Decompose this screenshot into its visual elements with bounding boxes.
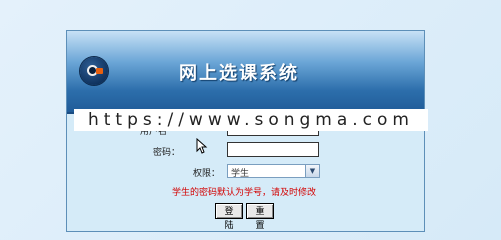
watermark-banner: https://www.songma.com: [74, 109, 428, 131]
password-field[interactable]: [227, 142, 319, 157]
role-select-value: 学生: [231, 169, 250, 179]
role-select[interactable]: 学生 ▼: [227, 164, 320, 179]
login-button[interactable]: 登陆: [215, 203, 243, 231]
password-label: 密码：: [152, 148, 180, 158]
logo-icon: [80, 57, 108, 85]
page-title: 网上选课系统: [179, 63, 299, 84]
role-label: 权限：: [192, 169, 220, 179]
logo-accent: [96, 68, 103, 74]
password-hint: 学生的密码默认为学号，请及时修改: [172, 188, 317, 198]
chevron-down-icon[interactable]: ▼: [305, 165, 319, 177]
reset-button[interactable]: 重置: [246, 203, 274, 231]
mouse-pointer-icon: [196, 138, 208, 154]
login-header: 网上选课系统: [67, 31, 424, 114]
